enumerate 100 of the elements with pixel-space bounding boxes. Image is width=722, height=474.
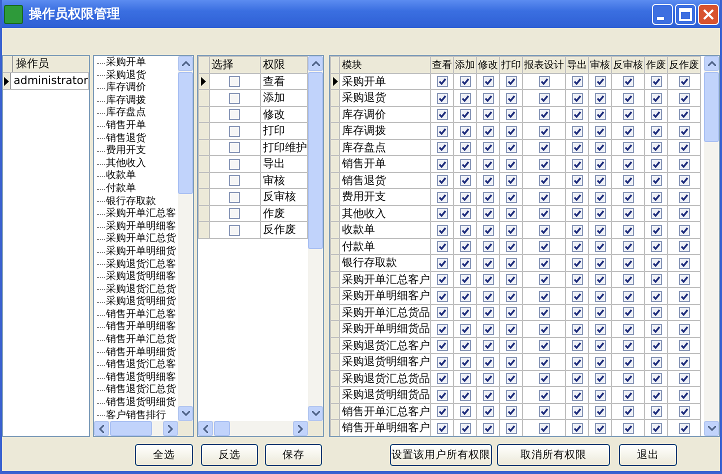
checkbox[interactable] (482, 224, 494, 236)
checkbox[interactable] (482, 340, 494, 352)
checkbox[interactable] (650, 390, 662, 401)
checkbox[interactable] (572, 422, 582, 434)
checkbox[interactable] (678, 142, 690, 154)
checkbox[interactable] (538, 290, 550, 302)
tree-item[interactable]: 付款单 (106, 182, 136, 196)
checkbox[interactable] (538, 422, 550, 434)
checkbox[interactable] (678, 76, 690, 88)
checkbox[interactable] (436, 92, 448, 104)
checkbox[interactable] (572, 274, 582, 286)
checkbox[interactable] (506, 208, 516, 220)
checkbox[interactable] (460, 274, 470, 286)
checkbox[interactable] (229, 76, 240, 88)
checkbox[interactable] (506, 126, 516, 137)
checkbox[interactable] (622, 109, 634, 120)
checkbox[interactable] (436, 340, 448, 352)
checkbox[interactable] (650, 109, 662, 120)
checkbox[interactable] (650, 126, 662, 137)
tree-item[interactable]: 库存调价 (106, 82, 146, 95)
checkbox[interactable] (678, 192, 690, 203)
checkbox[interactable] (460, 290, 470, 302)
checkbox[interactable] (678, 340, 690, 352)
checkbox[interactable] (436, 290, 448, 302)
checkbox[interactable] (436, 258, 448, 269)
tree-item[interactable]: 其他收入 (106, 158, 146, 170)
tree-item[interactable]: 费用开支 (106, 145, 146, 158)
scroll-up-icon[interactable] (308, 56, 323, 71)
checkbox[interactable] (538, 126, 550, 137)
operator-item[interactable]: administrator (10, 73, 89, 89)
checkbox[interactable] (678, 390, 690, 401)
checkbox[interactable] (538, 406, 550, 418)
tree-item[interactable]: 客户销售排行 (106, 410, 166, 421)
checkbox[interactable] (594, 356, 606, 368)
checkbox[interactable] (678, 290, 690, 302)
checkbox[interactable] (572, 142, 582, 154)
checkbox[interactable] (622, 274, 634, 286)
action-button[interactable]: 保存 (265, 444, 322, 466)
checkbox[interactable] (572, 208, 582, 220)
checkbox[interactable] (594, 109, 606, 120)
scroll-thumb[interactable] (178, 72, 193, 194)
checkbox[interactable] (594, 373, 606, 384)
checkbox[interactable] (506, 142, 516, 154)
checkbox[interactable] (650, 76, 662, 88)
checkbox[interactable] (678, 109, 690, 120)
checkbox[interactable] (678, 324, 690, 335)
checkbox[interactable] (650, 373, 662, 384)
checkbox[interactable] (538, 274, 550, 286)
scroll-down-icon[interactable] (704, 421, 719, 436)
checkbox[interactable] (622, 158, 634, 170)
checkbox[interactable] (650, 274, 662, 286)
checkbox[interactable] (622, 290, 634, 302)
scroll-up-icon[interactable] (178, 56, 193, 71)
checkbox[interactable] (594, 422, 606, 434)
checkbox[interactable] (572, 92, 582, 104)
checkbox[interactable] (229, 92, 240, 104)
checkbox[interactable] (482, 307, 494, 318)
checkbox[interactable] (650, 142, 662, 154)
checkbox[interactable] (572, 192, 582, 203)
scroll-left-icon[interactable] (198, 421, 213, 436)
checkbox[interactable] (572, 224, 582, 236)
checkbox[interactable] (650, 224, 662, 236)
checkbox[interactable] (229, 192, 240, 203)
checkbox[interactable] (436, 406, 448, 418)
checkbox[interactable] (460, 158, 470, 170)
checkbox[interactable] (436, 76, 448, 88)
checkbox[interactable] (538, 192, 550, 203)
tree-item[interactable]: 销售退货汇总客 (106, 359, 176, 372)
tree-item[interactable]: 采购退货 (106, 70, 146, 82)
checkbox[interactable] (572, 109, 582, 120)
tree-item[interactable]: 采购退货汇总客 (106, 258, 176, 272)
tree-item[interactable]: 销售退货 (106, 132, 146, 146)
checkbox[interactable] (594, 324, 606, 335)
checkbox[interactable] (678, 356, 690, 368)
checkbox[interactable] (650, 290, 662, 302)
checkbox[interactable] (538, 175, 550, 186)
checkbox[interactable] (482, 109, 494, 120)
checkbox[interactable] (506, 109, 516, 120)
checkbox[interactable] (482, 192, 494, 203)
checkbox[interactable] (650, 340, 662, 352)
checkbox[interactable] (572, 324, 582, 335)
tree-item[interactable]: 采购开单明细客 (106, 220, 176, 234)
vertical-scrollbar[interactable] (704, 56, 719, 436)
checkbox[interactable] (678, 92, 690, 104)
checkbox[interactable] (506, 307, 516, 318)
scroll-thumb[interactable] (110, 421, 152, 436)
tree-item[interactable]: 销售退货明细客 (106, 372, 176, 384)
horizontal-scrollbar[interactable] (94, 421, 193, 436)
checkbox[interactable] (594, 290, 606, 302)
checkbox[interactable] (436, 175, 448, 186)
checkbox[interactable] (482, 406, 494, 418)
tree-item[interactable]: 采购开单 (106, 57, 146, 70)
vertical-scrollbar[interactable] (308, 56, 323, 421)
checkbox[interactable] (229, 224, 240, 236)
checkbox[interactable] (650, 175, 662, 186)
checkbox[interactable] (506, 356, 516, 368)
action-button[interactable]: 退出 (619, 444, 677, 466)
action-button[interactable]: 反选 (201, 444, 258, 466)
tree-item[interactable]: 销售退货汇总货 (106, 384, 176, 398)
scroll-right-icon[interactable] (293, 421, 308, 436)
